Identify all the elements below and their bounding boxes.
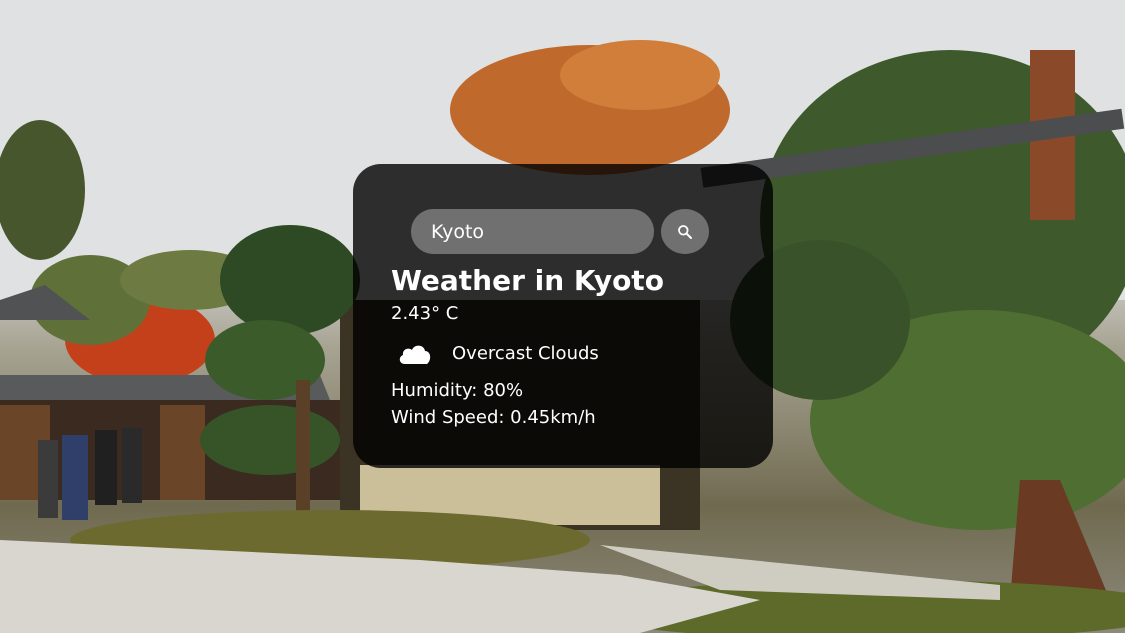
search-bar (411, 209, 709, 254)
city-search-input[interactable] (411, 209, 654, 254)
humidity-text: Humidity: 80% (391, 380, 524, 401)
search-icon (678, 224, 692, 239)
weather-card: Weather in Kyoto 2.43° C Overcast Clouds… (353, 164, 773, 468)
cloud-icon (391, 336, 439, 370)
weather-title: Weather in Kyoto (391, 264, 664, 297)
wind-speed-text: Wind Speed: 0.45km/h (391, 407, 596, 428)
search-button[interactable] (661, 209, 709, 254)
condition-row: Overcast Clouds (391, 336, 599, 370)
temperature-value: 2.43° C (391, 303, 459, 324)
condition-text: Overcast Clouds (452, 342, 599, 364)
